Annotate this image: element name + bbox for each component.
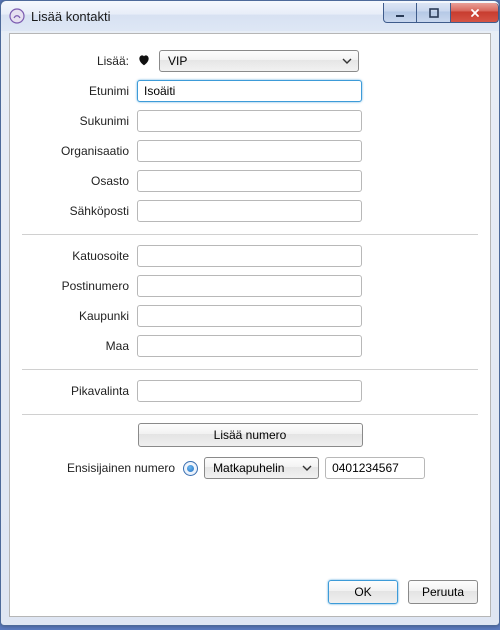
vip-select-value: VIP	[168, 54, 187, 68]
email-input[interactable]	[137, 200, 362, 222]
maximize-button[interactable]	[417, 3, 451, 23]
speeddial-input[interactable]	[137, 380, 362, 402]
lastname-label: Sukunimi	[22, 114, 137, 128]
app-icon	[9, 8, 25, 24]
city-row: Kaupunki	[22, 303, 478, 329]
add-type-row: Lisää: VIP	[22, 48, 478, 74]
email-row: Sähköposti	[22, 198, 478, 224]
chevron-down-icon	[342, 56, 352, 66]
add-number-row: Lisää numero	[22, 423, 478, 447]
speeddial-row: Pikavalinta	[22, 378, 478, 404]
separator-3	[22, 414, 478, 415]
country-row: Maa	[22, 333, 478, 359]
vip-select[interactable]: VIP	[159, 50, 359, 72]
titlebar[interactable]: Lisää kontakti	[1, 1, 499, 31]
phone-type-value: Matkapuhelin	[213, 461, 284, 475]
dialog-footer: OK Peruuta	[328, 580, 478, 604]
city-label: Kaupunki	[22, 309, 137, 323]
window-buttons	[383, 3, 499, 23]
minimize-button[interactable]	[383, 3, 417, 23]
close-button[interactable]	[451, 3, 499, 23]
dept-input[interactable]	[137, 170, 362, 192]
org-row: Organisaatio	[22, 138, 478, 164]
window-title: Lisää kontakti	[31, 9, 383, 24]
street-label: Katuosoite	[22, 249, 137, 263]
org-label: Organisaatio	[22, 144, 137, 158]
add-contact-window: Lisää kontakti Lisää: VIP	[0, 0, 500, 626]
org-input[interactable]	[137, 140, 362, 162]
firstname-label: Etunimi	[22, 84, 137, 98]
street-input[interactable]	[137, 245, 362, 267]
phone-number-input[interactable]	[325, 457, 425, 479]
separator-1	[22, 234, 478, 235]
add-type-label: Lisää:	[22, 54, 137, 68]
country-label: Maa	[22, 339, 137, 353]
firstname-row: Etunimi	[22, 78, 478, 104]
zip-label: Postinumero	[22, 279, 137, 293]
client-area: Lisää: VIP Etunimi Sukunimi Organisaatio	[9, 33, 491, 617]
zip-row: Postinumero	[22, 273, 478, 299]
dept-row: Osasto	[22, 168, 478, 194]
heart-icon	[137, 53, 153, 69]
speeddial-label: Pikavalinta	[22, 384, 137, 398]
dept-label: Osasto	[22, 174, 137, 188]
cancel-button[interactable]: Peruuta	[408, 580, 478, 604]
primary-number-label: Ensisijainen numero	[67, 461, 175, 475]
chevron-down-icon	[302, 463, 312, 473]
phone-type-select[interactable]: Matkapuhelin	[204, 457, 319, 479]
ok-button[interactable]: OK	[328, 580, 398, 604]
zip-input[interactable]	[137, 275, 362, 297]
street-row: Katuosoite	[22, 243, 478, 269]
separator-2	[22, 369, 478, 370]
city-input[interactable]	[137, 305, 362, 327]
firstname-input[interactable]	[137, 80, 362, 102]
primary-number-row: Ensisijainen numero Matkapuhelin	[22, 457, 478, 479]
country-input[interactable]	[137, 335, 362, 357]
email-label: Sähköposti	[22, 204, 137, 218]
lastname-input[interactable]	[137, 110, 362, 132]
add-number-button[interactable]: Lisää numero	[138, 423, 363, 447]
primary-number-radio[interactable]	[183, 461, 198, 476]
lastname-row: Sukunimi	[22, 108, 478, 134]
